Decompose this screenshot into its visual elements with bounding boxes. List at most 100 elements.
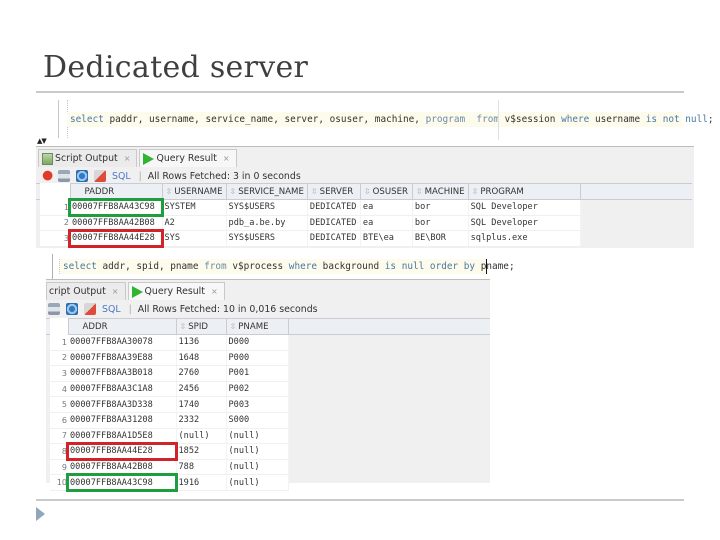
cell-addr[interactable]: 00007FFB8AA3D338 bbox=[68, 396, 177, 413]
table-row[interactable]: 1 00007FFB8AA43C98 SYSTEM SYS$USERS DEDICATE… bbox=[40, 197, 581, 218]
table-row[interactable]: 2 00007FFB8AA42B08 A2 pdb_a.be.by DEDICATED e… bbox=[40, 215, 581, 232]
cell-service-name[interactable]: pdb_a.be.by bbox=[226, 215, 308, 232]
cell-spid[interactable]: 2332 bbox=[176, 412, 227, 429]
cell-program[interactable]: SQL Developer bbox=[468, 199, 581, 216]
column-header-service-name[interactable]: ⇳ SERVICE_NAME bbox=[225, 183, 308, 200]
print-icon[interactable] bbox=[58, 170, 70, 182]
sort-icon[interactable]: ⇳ bbox=[472, 187, 479, 196]
cell-service-name[interactable]: SYS$USERS bbox=[226, 199, 308, 216]
cell-pname[interactable]: P003 bbox=[226, 396, 289, 413]
cell-spid[interactable]: 788 bbox=[176, 459, 227, 476]
cell-spid[interactable]: (null) bbox=[176, 428, 227, 445]
column-header-program[interactable]: ⇳ PROGRAM bbox=[467, 183, 581, 200]
cell-machine[interactable]: bor bbox=[412, 215, 469, 232]
cell-addr[interactable]: 00007FFB8AA31208 bbox=[68, 412, 177, 429]
highlighted-address-red[interactable]: 00007FFB8AA44E28 bbox=[66, 441, 178, 462]
cell-osuser[interactable]: BTE\ea bbox=[360, 230, 413, 247]
cell-program[interactable]: SQL Developer bbox=[468, 215, 581, 232]
export-icon[interactable] bbox=[94, 170, 106, 182]
column-header-addr[interactable]: ADDR bbox=[67, 318, 177, 335]
cell-pname[interactable]: D000 bbox=[226, 334, 289, 351]
cell-addr[interactable]: 00007FFB8AA39E88 bbox=[68, 350, 177, 367]
cell-addr[interactable]: 00007FFB8AA30078 bbox=[68, 334, 177, 351]
table-row[interactable]: 7 00007FFB8AA1D5E8 (null) (null) bbox=[50, 428, 289, 445]
cell-pname[interactable]: P001 bbox=[226, 365, 289, 382]
table-row[interactable]: 2 00007FFB8AA39E88 1648 P000 bbox=[50, 350, 289, 367]
highlighted-address-red[interactable]: 00007FFB8AA44E28 bbox=[68, 228, 164, 249]
sql-button[interactable]: SQL bbox=[102, 304, 121, 315]
column-header-osuser[interactable]: ⇳ OSUSER bbox=[359, 183, 413, 200]
table-row[interactable]: 3 00007FFB8AA3B018 2760 P001 bbox=[50, 365, 289, 382]
sql-statement-1[interactable]: select paddr, username, service_name, se… bbox=[67, 112, 714, 127]
cell-pname[interactable]: (null) bbox=[226, 459, 289, 476]
sort-icon[interactable]: ⇳ bbox=[364, 187, 371, 196]
splitter-arrows-icon[interactable]: ▲▼ bbox=[37, 138, 47, 145]
cell-pname[interactable]: (null) bbox=[226, 428, 289, 445]
cell-paddr[interactable]: 00007FFB8AA42B08 bbox=[70, 215, 163, 232]
sql-button[interactable]: SQL bbox=[112, 171, 131, 182]
table-row[interactable]: 10 00007FFB8AA43C98 1916 (null) bbox=[50, 472, 289, 493]
cell-service-name[interactable]: SYS$USERS bbox=[226, 230, 308, 247]
tab-script-output[interactable]: cript Output × bbox=[46, 282, 126, 300]
sort-icon[interactable]: ⇳ bbox=[230, 322, 237, 331]
cell-server[interactable]: DEDICATED bbox=[307, 230, 361, 247]
table-row[interactable]: 6 00007FFB8AA31208 2332 S000 bbox=[50, 412, 289, 429]
cell-spid[interactable]: 1136 bbox=[176, 334, 227, 351]
column-header-spid[interactable]: ⇳ SPID bbox=[175, 318, 227, 335]
tab-script-output[interactable]: Script Output × bbox=[38, 149, 138, 167]
column-header-machine[interactable]: ⇳ MACHINE bbox=[411, 183, 469, 200]
close-icon[interactable]: × bbox=[223, 154, 230, 163]
tab-query-result[interactable]: Query Result × bbox=[127, 282, 225, 300]
table-row[interactable]: 8 00007FFB8AA44E28 1852 (null) bbox=[50, 441, 289, 462]
cell-pname[interactable]: P000 bbox=[226, 350, 289, 367]
cell-spid[interactable]: 1852 bbox=[176, 443, 227, 460]
cell-username[interactable]: SYS bbox=[162, 230, 227, 247]
results-grid-2[interactable]: ADDR ⇳ SPID ⇳ PNAME 1 00007FFB8AA30078 1136 D000… bbox=[50, 318, 289, 493]
cell-spid[interactable]: 2760 bbox=[176, 365, 227, 382]
close-icon[interactable]: × bbox=[112, 287, 119, 296]
sort-icon[interactable]: ⇳ bbox=[230, 187, 237, 196]
sort-icon[interactable]: ⇳ bbox=[166, 187, 173, 196]
table-row[interactable]: 5 00007FFB8AA3D338 1740 P003 bbox=[50, 396, 289, 413]
close-icon[interactable]: × bbox=[124, 154, 131, 163]
table-row[interactable]: 9 00007FFB8AA42B08 788 (null) bbox=[50, 459, 289, 476]
cell-osuser[interactable]: ea bbox=[360, 199, 413, 216]
cell-osuser[interactable]: ea bbox=[360, 215, 413, 232]
column-header-pname[interactable]: ⇳ PNAME bbox=[225, 318, 289, 335]
cell-pname[interactable]: (null) bbox=[226, 443, 289, 460]
table-row[interactable]: 3 00007FFB8AA44E28 SYS SYS$USERS DEDICATED BT… bbox=[40, 228, 581, 249]
cell-spid[interactable]: 1648 bbox=[176, 350, 227, 367]
sql-editor-1[interactable]: select paddr, username, service_name, se… bbox=[58, 100, 714, 138]
cell-addr[interactable]: 00007FFB8AA1D5E8 bbox=[68, 428, 177, 445]
highlighted-address-green[interactable]: 00007FFB8AA43C98 bbox=[66, 472, 178, 493]
pin-icon[interactable] bbox=[37, 167, 55, 185]
sort-icon[interactable]: ⇳ bbox=[180, 322, 187, 331]
cell-pname[interactable]: (null) bbox=[226, 474, 289, 491]
cell-addr[interactable]: 00007FFB8AA3B018 bbox=[68, 365, 177, 382]
export-icon[interactable] bbox=[84, 303, 96, 315]
column-header-username[interactable]: ⇳ USERNAME bbox=[161, 183, 227, 200]
sql-statement-2[interactable]: select addr, spid, pname from v$process … bbox=[60, 259, 515, 274]
refresh-icon[interactable] bbox=[66, 303, 78, 315]
sort-icon[interactable]: ⇳ bbox=[416, 187, 423, 196]
column-header-paddr[interactable]: PADDR bbox=[69, 183, 163, 200]
highlighted-address-green[interactable]: 00007FFB8AA43C98 bbox=[68, 197, 164, 218]
cell-username[interactable]: SYSTEM bbox=[162, 199, 227, 216]
sort-icon[interactable]: ⇳ bbox=[311, 187, 318, 196]
cell-machine[interactable]: BE\BOR bbox=[412, 230, 469, 247]
table-row[interactable]: 1 00007FFB8AA30078 1136 D000 bbox=[50, 334, 289, 351]
column-header-server[interactable]: ⇳ SERVER bbox=[306, 183, 361, 200]
cell-spid[interactable]: 2456 bbox=[176, 381, 227, 398]
results-grid-1[interactable]: PADDR ⇳ USERNAME ⇳ SERVICE_NAME ⇳ SERVER ⇳ OSUSE… bbox=[40, 183, 581, 249]
table-row[interactable]: 4 00007FFB8AA3C1A8 2456 P002 bbox=[50, 381, 289, 398]
sql-editor-2[interactable]: select addr, spid, pname from v$process … bbox=[52, 254, 515, 280]
cell-server[interactable]: DEDICATED bbox=[307, 215, 361, 232]
close-icon[interactable]: × bbox=[211, 287, 218, 296]
cell-pname[interactable]: P002 bbox=[226, 381, 289, 398]
cell-machine[interactable]: bor bbox=[412, 199, 469, 216]
cell-server[interactable]: DEDICATED bbox=[307, 199, 361, 216]
tab-query-result[interactable]: Query Result × bbox=[139, 149, 237, 167]
cell-spid[interactable]: 1740 bbox=[176, 396, 227, 413]
cell-pname[interactable]: S000 bbox=[226, 412, 289, 429]
cell-program[interactable]: sqlplus.exe bbox=[468, 230, 581, 247]
